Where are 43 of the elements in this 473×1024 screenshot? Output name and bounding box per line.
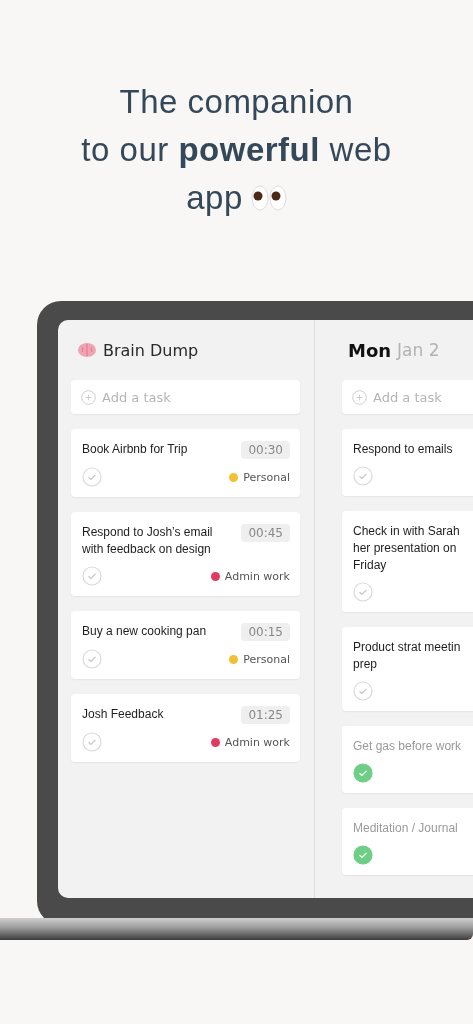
plus-circle-icon (81, 389, 96, 405)
task-title: Meditation / Journal (353, 820, 458, 837)
duration-badge: 01:25 (241, 706, 290, 724)
check-circle-icon[interactable] (82, 732, 102, 752)
task-title: Book Airbnb for Trip (82, 441, 188, 458)
check-circle-icon[interactable] (353, 681, 373, 701)
tag-label: Admin work (224, 735, 290, 749)
task-title: Check in with Sarah her presentation on Friday (353, 523, 460, 574)
brain-icon (77, 342, 97, 358)
plus-circle-icon (352, 389, 367, 405)
task-card[interactable]: Josh Feedback 01:25 Admin work (71, 694, 300, 762)
check-circle-icon[interactable] (353, 763, 373, 783)
check-circle-icon[interactable] (353, 466, 373, 486)
check-circle-icon[interactable] (82, 467, 102, 487)
task-title: Respond to Josh’s email with feedback on design (82, 524, 213, 558)
task-card[interactable]: Check in with Sarah her presentation on Friday (342, 511, 473, 612)
task-card[interactable]: Buy a new cooking pan 00:15 Personal (71, 611, 300, 679)
check-circle-icon[interactable] (353, 845, 373, 865)
column-title: Brain Dump (103, 340, 199, 360)
tag-label: Personal (243, 652, 290, 666)
check-circle-icon[interactable] (353, 582, 373, 602)
headline: app (186, 178, 243, 218)
task-title: Get gas before work (353, 738, 462, 755)
check-circle-icon[interactable] (82, 566, 102, 586)
eyes-icon (250, 184, 287, 212)
duration-badge: 00:15 (241, 623, 290, 641)
task-card[interactable]: Book Airbnb for Trip 00:30 Personal (71, 429, 300, 497)
task-card[interactable]: Respond to emails (342, 429, 473, 496)
day-name: Mon (348, 339, 392, 361)
task-title: Product strat meetin prep (353, 639, 461, 673)
task-title: Respond to emails (353, 441, 453, 458)
duration-badge: 00:30 (241, 441, 290, 459)
tag-label: Personal (243, 470, 290, 484)
headline: The companion (119, 82, 354, 122)
task-card[interactable]: Product strat meetin prep (342, 627, 473, 711)
headline: to our powerful web (81, 130, 392, 170)
task-card[interactable]: Respond to Josh’s email with feedback on design 00:45 Admin work (71, 512, 300, 596)
check-circle-icon[interactable] (82, 649, 102, 669)
duration-badge: 00:45 (241, 524, 290, 542)
tag-label: Admin work (224, 569, 290, 583)
task-title: Josh Feedback (82, 706, 164, 723)
task-title: Buy a new cooking pan (82, 623, 207, 640)
day-date: Jan 2 (397, 340, 440, 360)
